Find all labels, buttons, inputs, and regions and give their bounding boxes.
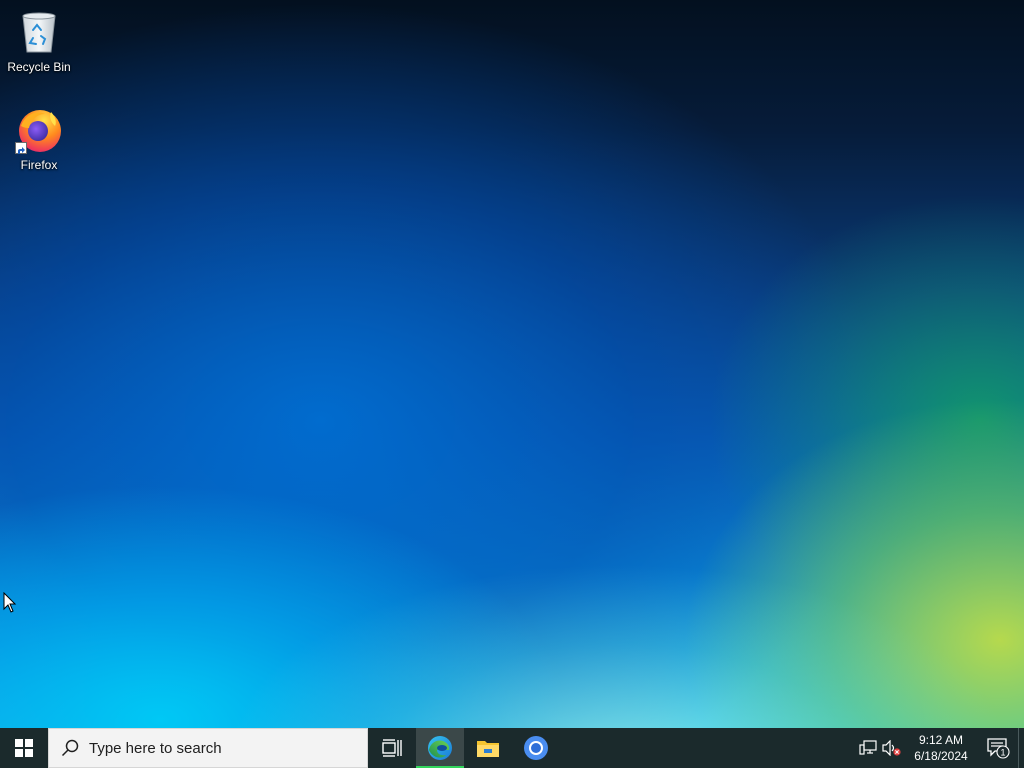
start-button[interactable] xyxy=(0,728,48,768)
search-placeholder: Type here to search xyxy=(89,739,222,757)
taskbar-app-chrome[interactable] xyxy=(512,728,560,768)
taskbar-app-file-explorer[interactable] xyxy=(464,728,512,768)
chrome-icon xyxy=(524,736,548,760)
firefox-icon xyxy=(15,106,63,154)
volume-muted-icon[interactable] xyxy=(880,728,904,768)
taskbar-app-edge[interactable] xyxy=(416,728,464,768)
action-center-button[interactable]: 1 xyxy=(978,728,1018,768)
shortcut-arrow-icon xyxy=(15,142,27,154)
network-icon[interactable] xyxy=(856,728,880,768)
clock-time: 9:12 AM xyxy=(918,733,964,747)
show-desktop-button[interactable] xyxy=(1018,728,1024,768)
taskbar: Type here to search 9:12 AM 6/18/2024 1 xyxy=(0,728,1024,768)
desktop[interactable]: Recycle Bin Firefox xyxy=(0,0,1024,728)
clock[interactable]: 9:12 AM 6/18/2024 xyxy=(908,728,974,768)
notifications-icon: 1 xyxy=(987,738,1010,759)
clock-date: 6/18/2024 xyxy=(914,749,968,763)
desktop-icon-recycle-bin[interactable]: Recycle Bin xyxy=(1,8,77,74)
taskbar-search-box[interactable]: Type here to search xyxy=(48,728,368,768)
screen: Recycle Bin Firefox Type here to search … xyxy=(0,0,1024,768)
file-explorer-icon xyxy=(477,741,499,757)
task-view-icon xyxy=(382,739,402,757)
desktop-icon-label: Firefox xyxy=(20,158,58,172)
system-tray: 9:12 AM 6/18/2024 1 xyxy=(856,728,1024,768)
desktop-icon-firefox[interactable]: Firefox xyxy=(1,106,77,172)
desktop-icon-label: Recycle Bin xyxy=(7,60,71,74)
edge-icon xyxy=(428,736,452,760)
mouse-cursor-icon xyxy=(3,591,17,614)
windows-logo-icon xyxy=(15,739,33,757)
search-icon xyxy=(61,739,79,757)
task-view-button[interactable] xyxy=(368,728,416,768)
recycle-bin-icon xyxy=(15,8,63,56)
notification-count: 1 xyxy=(1000,748,1005,758)
